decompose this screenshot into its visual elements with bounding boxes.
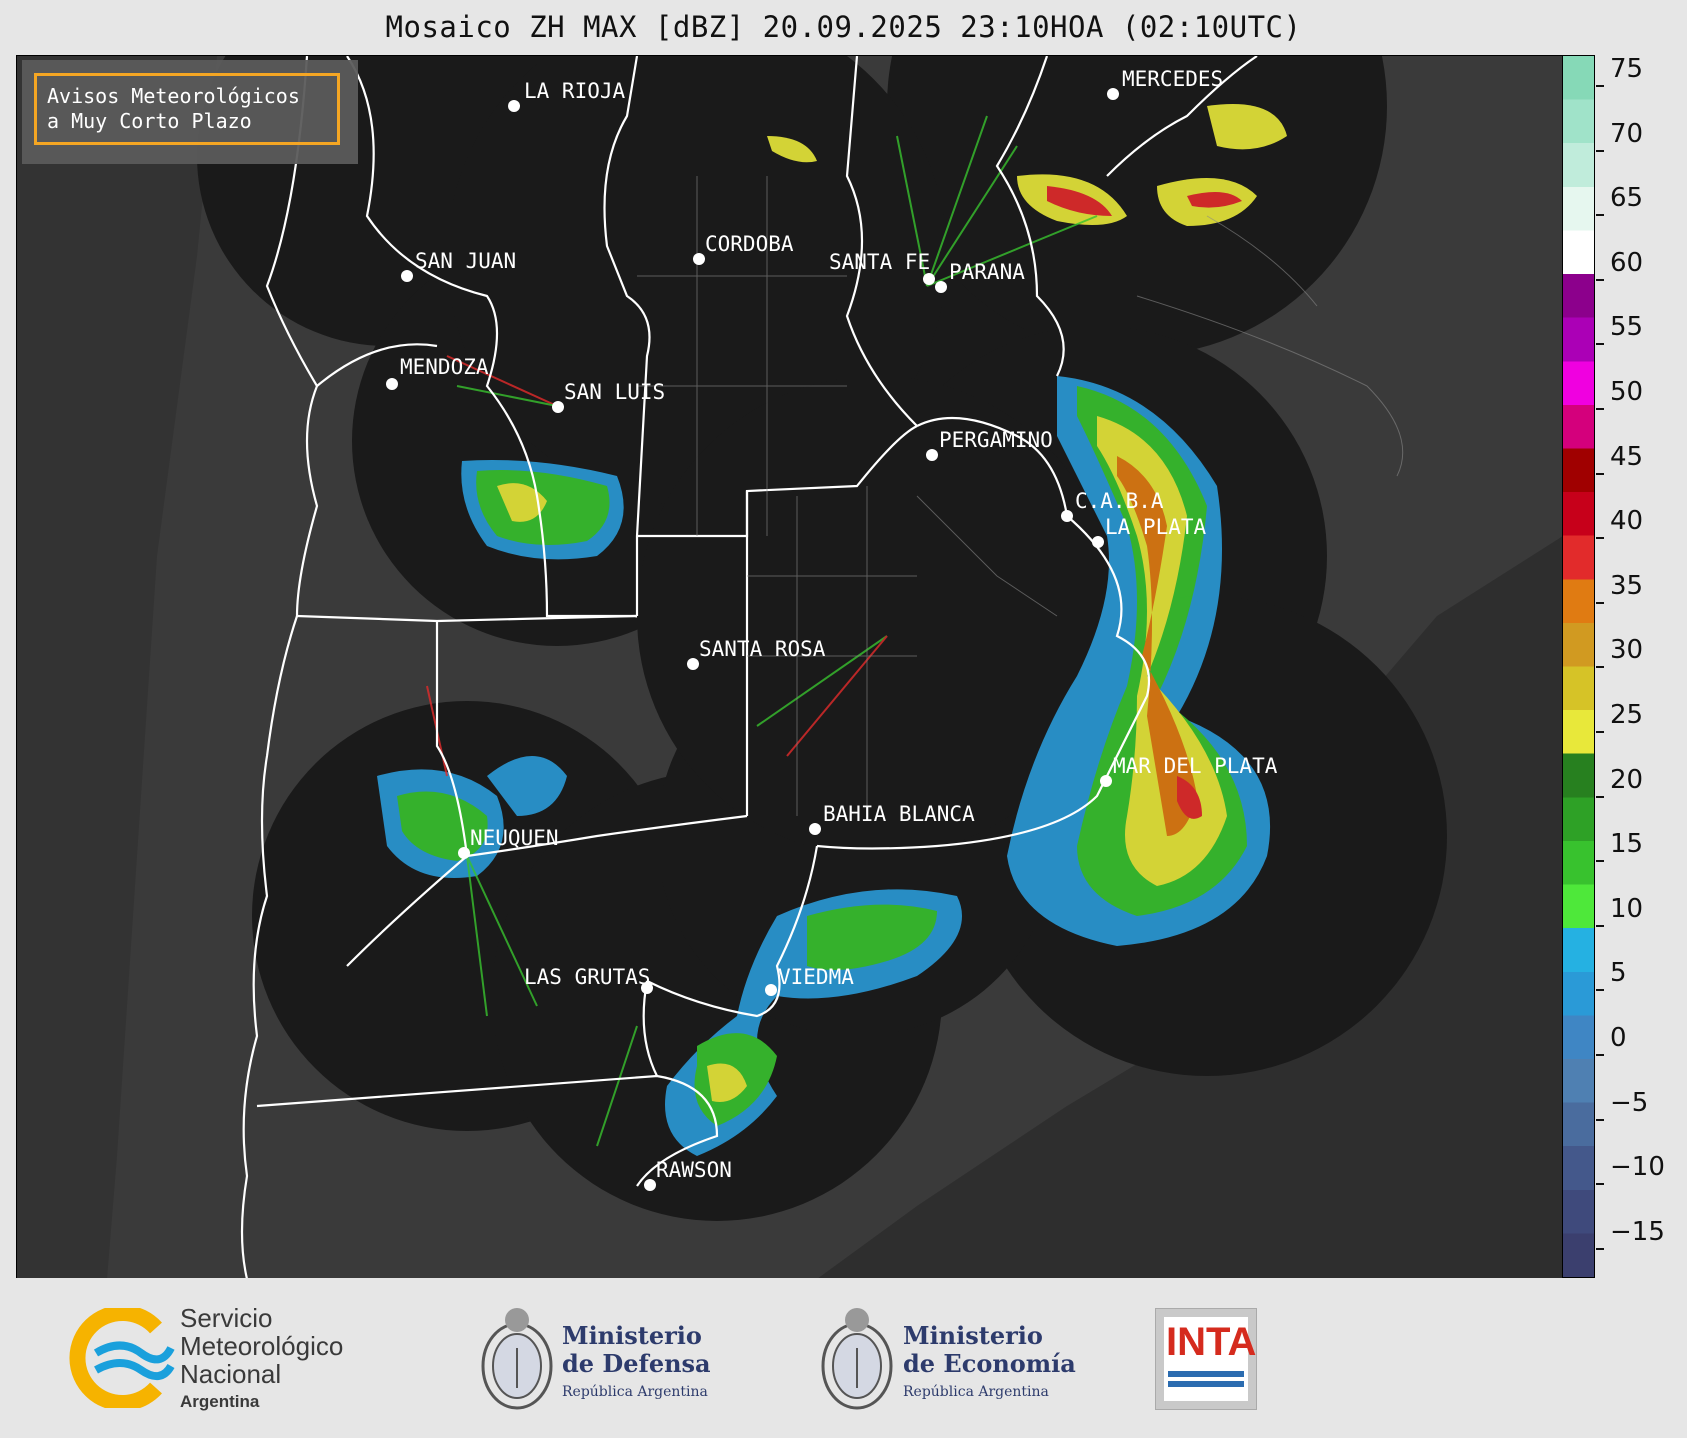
svg-text:LAS GRUTAS: LAS GRUTAS bbox=[524, 965, 650, 989]
notice-box: Avisos Meteorológicos a Muy Corto Plazo bbox=[34, 73, 340, 145]
colorbar-tick: 10 bbox=[1596, 894, 1643, 940]
smn-line-3: Nacional bbox=[180, 1359, 282, 1389]
dbz-colorbar bbox=[1562, 55, 1595, 1278]
economia-line-3: República Argentina bbox=[903, 1384, 1049, 1400]
svg-text:SAN LUIS: SAN LUIS bbox=[564, 380, 665, 404]
defensa-line-3: República Argentina bbox=[562, 1384, 708, 1400]
map-title: Mosaico ZH MAX [dBZ] 20.09.2025 23:10HOA… bbox=[385, 10, 1302, 44]
colorbar-tick: 75 bbox=[1596, 54, 1643, 100]
smn-logo-text: Servicio Meteorológico Nacional Argentin… bbox=[180, 1304, 343, 1416]
radar-map-svg: LA RIOJA MERCEDES SAN JUAN CORDOBA SANTA… bbox=[17, 56, 1563, 1279]
svg-text:PARANA: PARANA bbox=[949, 260, 1025, 284]
svg-text:PERGAMINO: PERGAMINO bbox=[939, 428, 1053, 452]
colorbar-tick: 25 bbox=[1596, 700, 1643, 746]
smn-logo-icon bbox=[69, 1308, 175, 1408]
svg-text:MENDOZA: MENDOZA bbox=[400, 355, 489, 379]
svg-text:RAWSON: RAWSON bbox=[656, 1158, 732, 1182]
colorbar-tick: 20 bbox=[1596, 765, 1643, 811]
colorbar-tick: 5 bbox=[1596, 958, 1627, 1004]
notice-line-1: Avisos Meteorológicos bbox=[47, 84, 300, 108]
smn-line-2: Meteorológico bbox=[180, 1331, 344, 1361]
colorbar-tick: 50 bbox=[1596, 377, 1643, 423]
radar-map[interactable]: LA RIOJA MERCEDES SAN JUAN CORDOBA SANTA… bbox=[16, 55, 1564, 1280]
notice-line-2: a Muy Corto Plazo bbox=[47, 109, 252, 133]
colorbar-tick: 70 bbox=[1596, 119, 1643, 165]
economia-seal-icon bbox=[821, 1308, 893, 1410]
svg-text:LA RIOJA: LA RIOJA bbox=[524, 79, 626, 103]
defensa-line-1: Ministerio bbox=[562, 1321, 702, 1350]
svg-text:SANTA ROSA: SANTA ROSA bbox=[699, 637, 826, 661]
svg-text:NEUQUEN: NEUQUEN bbox=[470, 826, 559, 850]
colorbar-tick: 60 bbox=[1596, 248, 1643, 294]
colorbar-tick: 55 bbox=[1596, 312, 1643, 358]
colorbar-tick: 35 bbox=[1596, 571, 1643, 617]
svg-text:LA PLATA: LA PLATA bbox=[1105, 515, 1207, 539]
svg-text:BAHIA BLANCA: BAHIA BLANCA bbox=[823, 802, 975, 826]
inta-logo: INTA bbox=[1155, 1308, 1257, 1410]
footer-logos: Servicio Meteorológico Nacional Argentin… bbox=[0, 1278, 1687, 1438]
defensa-seal-icon bbox=[481, 1308, 553, 1410]
svg-text:MERCEDES: MERCEDES bbox=[1122, 67, 1223, 91]
svg-text:VIEDMA: VIEDMA bbox=[778, 965, 854, 989]
colorbar-tick: −10 bbox=[1596, 1152, 1665, 1198]
svg-text:C.A.B.A: C.A.B.A bbox=[1075, 489, 1164, 513]
colorbar-ticks: 75 70 65 60 55 50 45 40 35 30 25 20 15 10 5 0 −5 −10 −15 bbox=[1596, 54, 1686, 1278]
colorbar-tick: 15 bbox=[1596, 829, 1643, 875]
svg-text:CORDOBA: CORDOBA bbox=[705, 232, 794, 256]
inta-label: INTA bbox=[1166, 1320, 1257, 1364]
defensa-logo-text: Ministerio de Defensa República Argentin… bbox=[562, 1322, 711, 1406]
economia-line-2: de Economía bbox=[903, 1349, 1076, 1378]
smn-line-4: Argentina bbox=[180, 1392, 260, 1411]
colorbar-tick: −5 bbox=[1596, 1088, 1648, 1134]
defensa-line-2: de Defensa bbox=[562, 1349, 711, 1378]
colorbar-tick: 0 bbox=[1596, 1023, 1627, 1069]
smn-line-1: Servicio bbox=[180, 1303, 273, 1333]
svg-text:SANTA FE: SANTA FE bbox=[829, 250, 930, 274]
colorbar-tick: −15 bbox=[1596, 1217, 1665, 1263]
colorbar-tick: 40 bbox=[1596, 506, 1643, 552]
economia-logo-text: Ministerio de Economía República Argenti… bbox=[903, 1322, 1076, 1406]
economia-line-1: Ministerio bbox=[903, 1321, 1043, 1350]
svg-text:SAN JUAN: SAN JUAN bbox=[415, 249, 516, 273]
colorbar-tick: 45 bbox=[1596, 442, 1643, 488]
colorbar-tick: 65 bbox=[1596, 183, 1643, 229]
colorbar-tick: 30 bbox=[1596, 635, 1643, 681]
svg-text:MAR DEL PLATA: MAR DEL PLATA bbox=[1113, 754, 1278, 778]
